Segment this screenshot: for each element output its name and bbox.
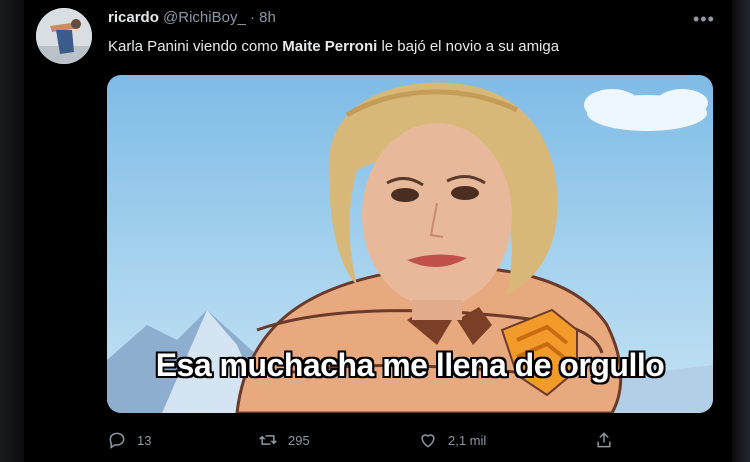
avatar[interactable] xyxy=(36,8,92,64)
retweet-icon xyxy=(259,435,277,445)
avatar-image xyxy=(36,8,92,64)
tweet-time[interactable]: 8h xyxy=(259,9,276,26)
share-button[interactable] xyxy=(594,430,614,450)
tweet-media[interactable]: Esa muchacha me llena de orgullo xyxy=(107,75,713,413)
tweet-text-part: Karla Panini viendo como xyxy=(108,38,283,55)
tweet-text-bold: Maite Perroni xyxy=(282,38,378,55)
heart-icon xyxy=(421,434,435,448)
more-options-button[interactable]: ••• xyxy=(693,9,715,30)
like-count: 2,1 mil xyxy=(448,432,487,448)
ellipsis-icon: ••• xyxy=(693,9,715,29)
author-name[interactable]: ricardo xyxy=(108,9,159,26)
author-handle[interactable]: @RichiBoy_ xyxy=(163,9,246,26)
screen-frame-right xyxy=(732,0,750,462)
like-button[interactable]: 2,1 mil xyxy=(418,430,486,450)
tweet-header: ricardo @RichiBoy_ · 8h xyxy=(108,9,276,26)
retweet-button[interactable]: 295 xyxy=(258,430,310,450)
reply-count: 13 xyxy=(137,432,152,448)
tweet-text-part: le bajó el novio a su amiga xyxy=(377,38,560,55)
reply-icon xyxy=(109,432,125,449)
share-icon xyxy=(597,432,611,448)
tweet-text: Karla Panini viendo como Maite Perroni l… xyxy=(108,38,559,55)
meme-caption: Esa muchacha me llena de orgullo xyxy=(155,347,665,383)
reply-button[interactable]: 13 xyxy=(107,430,151,450)
screen-frame-left xyxy=(0,0,24,462)
retweet-count: 295 xyxy=(288,432,310,448)
tweet-actions: 13 295 2,1 mil xyxy=(0,430,750,456)
separator-dot: · xyxy=(249,9,255,26)
